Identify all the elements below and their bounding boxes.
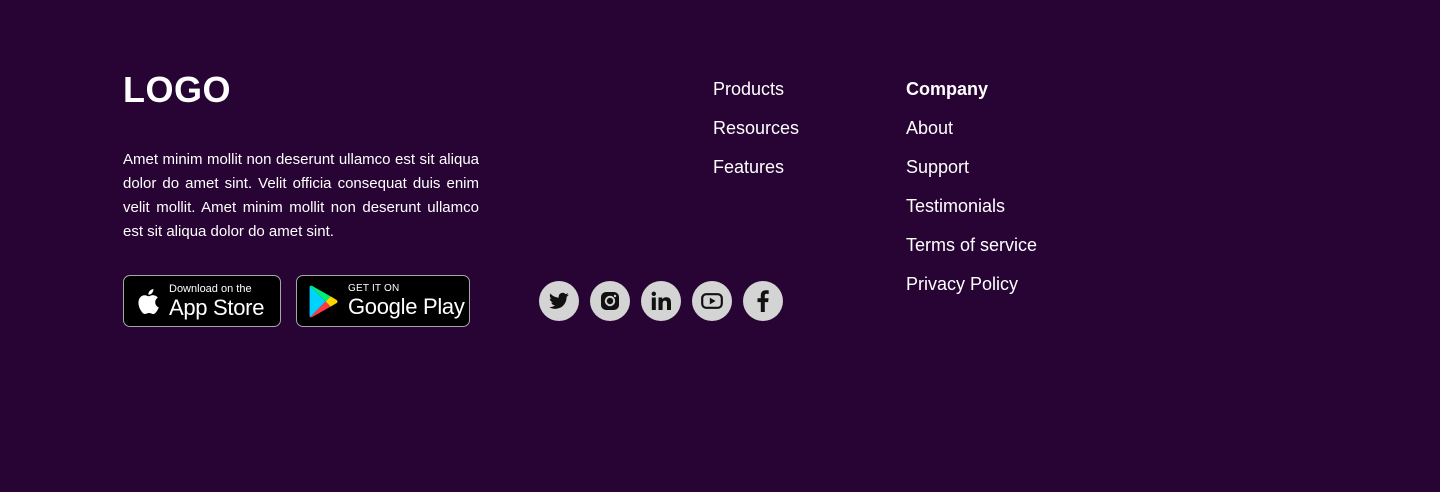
youtube-icon [701, 293, 723, 309]
nav-link-resources[interactable]: Resources [713, 117, 799, 156]
google-play-large-text: Google Play [348, 294, 465, 319]
youtube-link[interactable] [692, 281, 732, 321]
facebook-link[interactable] [743, 281, 783, 321]
footer-nav-company: Company About Support Testimonials Terms… [906, 78, 1037, 312]
app-store-small-text: Download on the [169, 282, 252, 295]
google-play-small-text: GET IT ON [348, 283, 400, 294]
google-play-icon [308, 285, 340, 318]
footer-nav-primary: Products Resources Features [713, 78, 799, 195]
twitter-link[interactable] [539, 281, 579, 321]
nav-link-testimonials[interactable]: Testimonials [906, 195, 1037, 234]
nav-link-about[interactable]: About [906, 117, 1037, 156]
instagram-icon [601, 292, 619, 310]
nav-link-features[interactable]: Features [713, 156, 799, 195]
footer-logo[interactable]: LOGO [123, 68, 231, 112]
instagram-link[interactable] [590, 281, 630, 321]
linkedin-icon [651, 291, 671, 310]
nav-link-privacy-policy[interactable]: Privacy Policy [906, 273, 1037, 312]
linkedin-link[interactable] [641, 281, 681, 321]
nav-link-terms-of-service[interactable]: Terms of service [906, 234, 1037, 273]
nav-link-support[interactable]: Support [906, 156, 1037, 195]
app-store-badge[interactable]: Download on the App Store [123, 275, 281, 327]
site-footer: LOGO Amet minim mollit non deserunt ulla… [0, 0, 1440, 492]
google-play-badge[interactable]: GET IT ON Google Play [296, 275, 470, 327]
footer-description: Amet minim mollit non deserunt ullamco e… [123, 151, 479, 240]
social-links [539, 281, 783, 321]
facebook-icon [757, 290, 769, 312]
apple-icon [135, 288, 161, 315]
nav-heading-company: Company [906, 79, 989, 99]
app-store-large-text: App Store [169, 294, 265, 320]
twitter-icon [549, 292, 569, 309]
nav-link-products[interactable]: Products [713, 78, 799, 117]
